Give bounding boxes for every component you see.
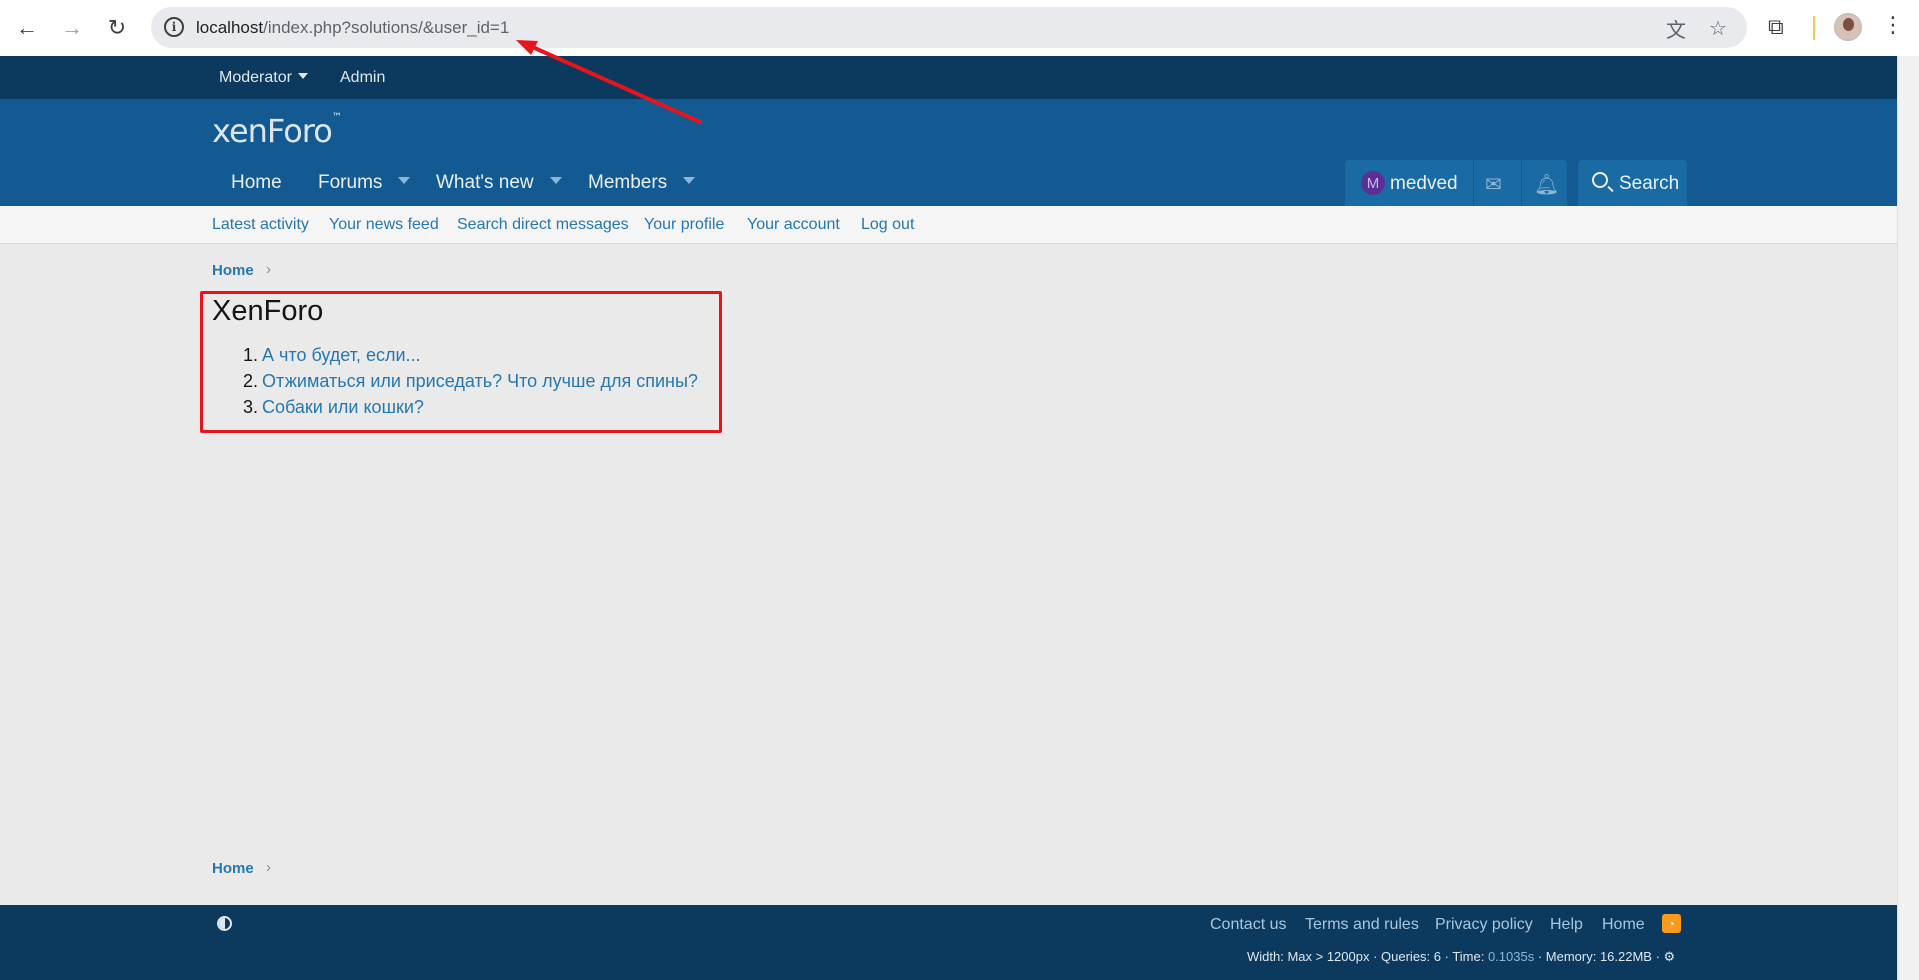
chevron-down-icon[interactable] [683, 177, 696, 184]
moderator-menu[interactable]: Moderator [219, 69, 308, 87]
thread-link[interactable]: Собаки или кошки? [262, 397, 424, 417]
chevron-down-icon[interactable] [398, 177, 411, 184]
list-number: 1. [243, 345, 259, 365]
list-item: 1. А что будет, если... [243, 345, 421, 366]
address-url[interactable]: localhost/index.php?solutions/&user_id=1 [196, 18, 509, 38]
gear-icon[interactable]: ⚙ [1664, 949, 1676, 964]
user-avatar[interactable]: M [1361, 171, 1385, 195]
translate-icon[interactable]: 文 [1664, 16, 1688, 42]
rss-icon[interactable]: ◔ [1662, 914, 1681, 933]
star-icon[interactable]: ☆ [1706, 16, 1730, 40]
forward-icon[interactable]: → [56, 12, 88, 44]
thread-link[interactable]: А что будет, если... [262, 345, 421, 365]
breadcrumb-home-bottom[interactable]: Home [212, 860, 254, 877]
footer-privacy[interactable]: Privacy policy [1435, 916, 1533, 934]
debug-time: 0.1035s [1487, 949, 1535, 964]
nav-members-label: Members [588, 172, 668, 193]
breadcrumb-home[interactable]: Home [212, 262, 254, 279]
debug-suffix: · Memory: 16.22MB · [1534, 949, 1660, 964]
user-name[interactable]: medved [1390, 173, 1458, 195]
trademark-mark: ™ [331, 112, 342, 123]
logo-text: xenForo [212, 112, 333, 150]
moderator-label: Moderator [219, 69, 292, 86]
debug-info: Width: Max > 1200px · Queries: 6 · Time:… [1247, 949, 1675, 965]
reload-icon[interactable]: ↻ [101, 12, 133, 44]
profile-avatar[interactable] [1834, 13, 1862, 41]
footer-help[interactable]: Help [1550, 916, 1583, 934]
list-number: 3. [243, 397, 259, 417]
list-number: 2. [243, 371, 259, 391]
list-item: 3. Собаки или кошки? [243, 397, 424, 418]
admin-link[interactable]: Admin [340, 69, 385, 87]
site-logo[interactable]: xenForo™ [212, 112, 342, 150]
subnav-search-dm[interactable]: Search direct messages [457, 216, 629, 234]
contrast-icon[interactable] [217, 916, 232, 931]
user-account-area: M medved ✉ 🔔︎ [1345, 160, 1567, 206]
nav-whats-new-label: What's new [436, 172, 534, 193]
search-icon [1592, 172, 1608, 188]
subnav-latest-activity[interactable]: Latest activity [212, 216, 309, 234]
caret-down-icon [297, 73, 308, 79]
address-bar[interactable]: i localhost/index.php?solutions/&user_id… [151, 7, 1747, 48]
kebab-menu-icon[interactable]: ⋮ [1882, 12, 1904, 38]
list-item: 2. Отжиматься или приседать? Что лучше дл… [243, 371, 698, 392]
search-label: Search [1619, 173, 1680, 194]
footer-home[interactable]: Home [1602, 916, 1645, 934]
debug-prefix: Width: Max > 1200px · Queries: 6 · Time: [1247, 949, 1488, 964]
back-icon[interactable]: ← [11, 12, 43, 44]
envelope-icon[interactable]: ✉ [1485, 172, 1502, 197]
nav-forums-label: Forums [318, 172, 383, 193]
browser-toolbar: ← → ↻ i localhost/index.php?solutions/&u… [0, 0, 1919, 56]
puzzle-icon[interactable]: ⧉ [1768, 14, 1784, 40]
nav-forums[interactable]: Forums [318, 172, 411, 194]
separator [1521, 160, 1522, 206]
subnav-news-feed[interactable]: Your news feed [329, 216, 439, 234]
subnav-your-profile[interactable]: Your profile [644, 216, 724, 234]
url-path: /index.php?solutions/&user_id=1 [263, 18, 510, 37]
thread-link[interactable]: Отжиматься или приседать? Что лучше для … [262, 371, 698, 391]
toolbar-divider [1813, 16, 1815, 40]
nav-members[interactable]: Members [588, 172, 696, 194]
footer-terms[interactable]: Terms and rules [1305, 916, 1419, 934]
separator [1473, 160, 1474, 206]
search-button[interactable]: Search [1578, 160, 1687, 206]
info-icon[interactable]: i [164, 17, 184, 37]
url-host: localhost [196, 18, 264, 37]
page-scrollbar[interactable] [1897, 56, 1919, 980]
chevron-down-icon[interactable] [549, 177, 562, 184]
footer-contact-us[interactable]: Contact us [1210, 916, 1286, 934]
nav-whats-new[interactable]: What's new [436, 172, 562, 194]
chevron-right-icon: › [266, 859, 271, 876]
chevron-right-icon: › [266, 261, 271, 278]
page-title: XenForo [212, 295, 324, 327]
bell-icon[interactable]: 🔔︎ [1534, 172, 1559, 197]
nav-home[interactable]: Home [231, 172, 282, 194]
subnav-log-out[interactable]: Log out [861, 216, 914, 234]
subnav-your-account[interactable]: Your account [747, 216, 840, 234]
